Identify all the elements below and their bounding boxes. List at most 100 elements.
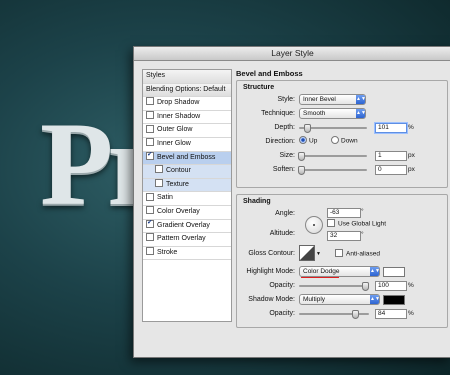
- contour-checkbox[interactable]: [155, 165, 163, 174]
- altitude-input[interactable]: 32: [327, 231, 361, 241]
- technique-row: Technique: Smooth ▲▼: [241, 108, 443, 120]
- shadow-opacity-label: Opacity:: [269, 310, 295, 317]
- direction-up-radio[interactable]: Up: [299, 136, 317, 145]
- style-item-drop-shadow[interactable]: Drop Shadow: [143, 97, 231, 111]
- shadow-opacity-unit: %: [408, 310, 414, 317]
- highlight-mode-value: Color Dodge: [303, 268, 340, 275]
- bevel-emboss-checkbox[interactable]: [146, 151, 154, 160]
- color-overlay-checkbox[interactable]: [146, 206, 154, 215]
- shadow-opacity-input[interactable]: 84: [375, 309, 407, 319]
- style-item-label: Gradient Overlay: [157, 221, 210, 229]
- anti-aliased-checkbox[interactable]: Anti-aliased: [335, 249, 380, 258]
- shading-group: Shading Angle: Altitude: -63 ° Use Globa…: [236, 194, 448, 328]
- style-item-pattern-overlay[interactable]: Pattern Overlay: [143, 233, 231, 247]
- global-light-label: Use Global Light: [338, 220, 387, 228]
- highlight-opacity-input[interactable]: 100: [375, 281, 407, 291]
- styles-list: Styles Blending Options: Default Drop Sh…: [142, 69, 232, 322]
- size-input[interactable]: 1: [375, 151, 407, 161]
- chevron-updown-icon: ▲▼: [356, 95, 366, 104]
- soften-slider[interactable]: [298, 166, 367, 175]
- depth-slider[interactable]: [299, 124, 367, 133]
- direction-down-label: Down: [341, 137, 358, 145]
- altitude-label: Altitude:: [269, 230, 295, 237]
- style-item-satin[interactable]: Satin: [143, 192, 231, 206]
- altitude-unit: °: [361, 231, 364, 238]
- style-item-label: Color Overlay: [157, 207, 200, 215]
- global-light-checkbox[interactable]: Use Global Light: [327, 219, 387, 228]
- layer-style-dialog: Layer Style Styles Blending Options: Def…: [133, 46, 450, 358]
- outer-glow-checkbox[interactable]: [146, 124, 154, 133]
- angle-unit: °: [361, 208, 364, 215]
- size-slider-handle[interactable]: [298, 152, 305, 161]
- style-item-inner-glow[interactable]: Inner Glow: [143, 138, 231, 152]
- size-slider[interactable]: [298, 152, 367, 161]
- direction-row: Direction: Up Down: [241, 136, 443, 148]
- style-item-bevel-emboss[interactable]: Bevel and Emboss: [143, 151, 231, 166]
- stroke-checkbox[interactable]: [146, 246, 154, 255]
- pattern-overlay-checkbox[interactable]: [146, 233, 154, 242]
- satin-checkbox[interactable]: [146, 192, 154, 201]
- highlight-mode-select[interactable]: Color Dodge ▲▼: [299, 266, 380, 277]
- angle-wheel-icon[interactable]: [305, 216, 323, 234]
- style-item-contour[interactable]: Contour: [143, 165, 231, 179]
- style-label: Style:: [277, 96, 295, 103]
- soften-label: Soften:: [272, 166, 295, 173]
- highlight-color-swatch[interactable]: [383, 267, 405, 277]
- soften-unit: px: [408, 166, 415, 173]
- technique-select[interactable]: Smooth ▲▼: [299, 108, 366, 119]
- shadow-opacity-slider[interactable]: [299, 310, 369, 319]
- soften-input[interactable]: 0: [375, 165, 407, 175]
- style-item-stroke[interactable]: Stroke: [143, 246, 231, 261]
- shadow-mode-select[interactable]: Multiply ▲▼: [299, 294, 380, 305]
- anti-aliased-label: Anti-aliased: [346, 250, 380, 258]
- style-item-color-overlay[interactable]: Color Overlay: [143, 206, 231, 220]
- technique-select-value: Smooth: [303, 110, 326, 117]
- style-item-label: Satin: [157, 194, 173, 202]
- gloss-contour-picker[interactable]: [299, 245, 315, 261]
- shadow-color-swatch[interactable]: [383, 295, 405, 305]
- chevron-updown-icon: ▲▼: [356, 109, 366, 118]
- depth-slider-handle[interactable]: [304, 124, 312, 133]
- direction-down-radio[interactable]: Down: [331, 136, 358, 145]
- style-select[interactable]: Inner Bevel ▲▼: [299, 94, 366, 105]
- styles-header[interactable]: Styles: [143, 70, 231, 84]
- structure-group: Structure Style: Inner Bevel ▲▼ Techniqu…: [236, 80, 448, 188]
- shadow-opacity-handle[interactable]: [351, 310, 359, 319]
- angle-input[interactable]: -63: [327, 208, 361, 218]
- highlight-opacity-handle[interactable]: [362, 282, 369, 291]
- style-item-texture[interactable]: Texture: [143, 178, 231, 193]
- shadow-opacity-row: Opacity: 84 %: [241, 308, 443, 320]
- highlight-mode-label: Highlight Mode:: [246, 268, 295, 275]
- inner-shadow-checkbox[interactable]: [146, 110, 154, 119]
- blending-options-item[interactable]: Blending Options: Default: [143, 83, 231, 98]
- angle-altitude-row: Angle: Altitude: -63 ° Use Global Light …: [241, 208, 443, 242]
- soften-row: Soften: 0 px: [241, 164, 443, 176]
- texture-checkbox[interactable]: [155, 178, 163, 187]
- highlight-opacity-label: Opacity:: [269, 282, 295, 289]
- depth-row: Depth: 101 %: [241, 122, 443, 134]
- shadow-mode-value: Multiply: [303, 296, 326, 303]
- style-select-value: Inner Bevel: [303, 96, 336, 103]
- drop-shadow-checkbox[interactable]: [146, 97, 154, 106]
- panel-title: Bevel and Emboss: [236, 69, 303, 78]
- style-item-label: Contour: [166, 167, 191, 175]
- highlight-opacity-slider[interactable]: [299, 282, 369, 291]
- angle-label: Angle:: [275, 210, 295, 217]
- gradient-overlay-checkbox[interactable]: [146, 219, 154, 228]
- direction-label: Direction:: [265, 138, 295, 145]
- style-item-outer-glow[interactable]: Outer Glow: [143, 124, 231, 138]
- bevel-emboss-panel: Bevel and Emboss Structure Style: Inner …: [236, 69, 448, 328]
- gloss-contour-row: Gloss Contour: ▼ Anti-aliased: [241, 244, 443, 264]
- style-item-label: Stroke: [157, 248, 178, 256]
- soften-slider-handle[interactable]: [298, 166, 305, 175]
- chevron-down-icon[interactable]: ▼: [316, 251, 321, 257]
- style-item-label: Inner Glow: [157, 139, 191, 147]
- depth-input[interactable]: 101: [375, 123, 407, 133]
- style-item-inner-shadow[interactable]: Inner Shadow: [143, 110, 231, 125]
- style-item-label: Texture: [166, 180, 189, 188]
- inner-glow-checkbox[interactable]: [146, 138, 154, 147]
- highlight-opacity-unit: %: [408, 282, 414, 289]
- style-item-gradient-overlay[interactable]: Gradient Overlay: [143, 219, 231, 234]
- style-row: Style: Inner Bevel ▲▼: [241, 94, 443, 106]
- shadow-mode-label: Shadow Mode:: [248, 296, 295, 303]
